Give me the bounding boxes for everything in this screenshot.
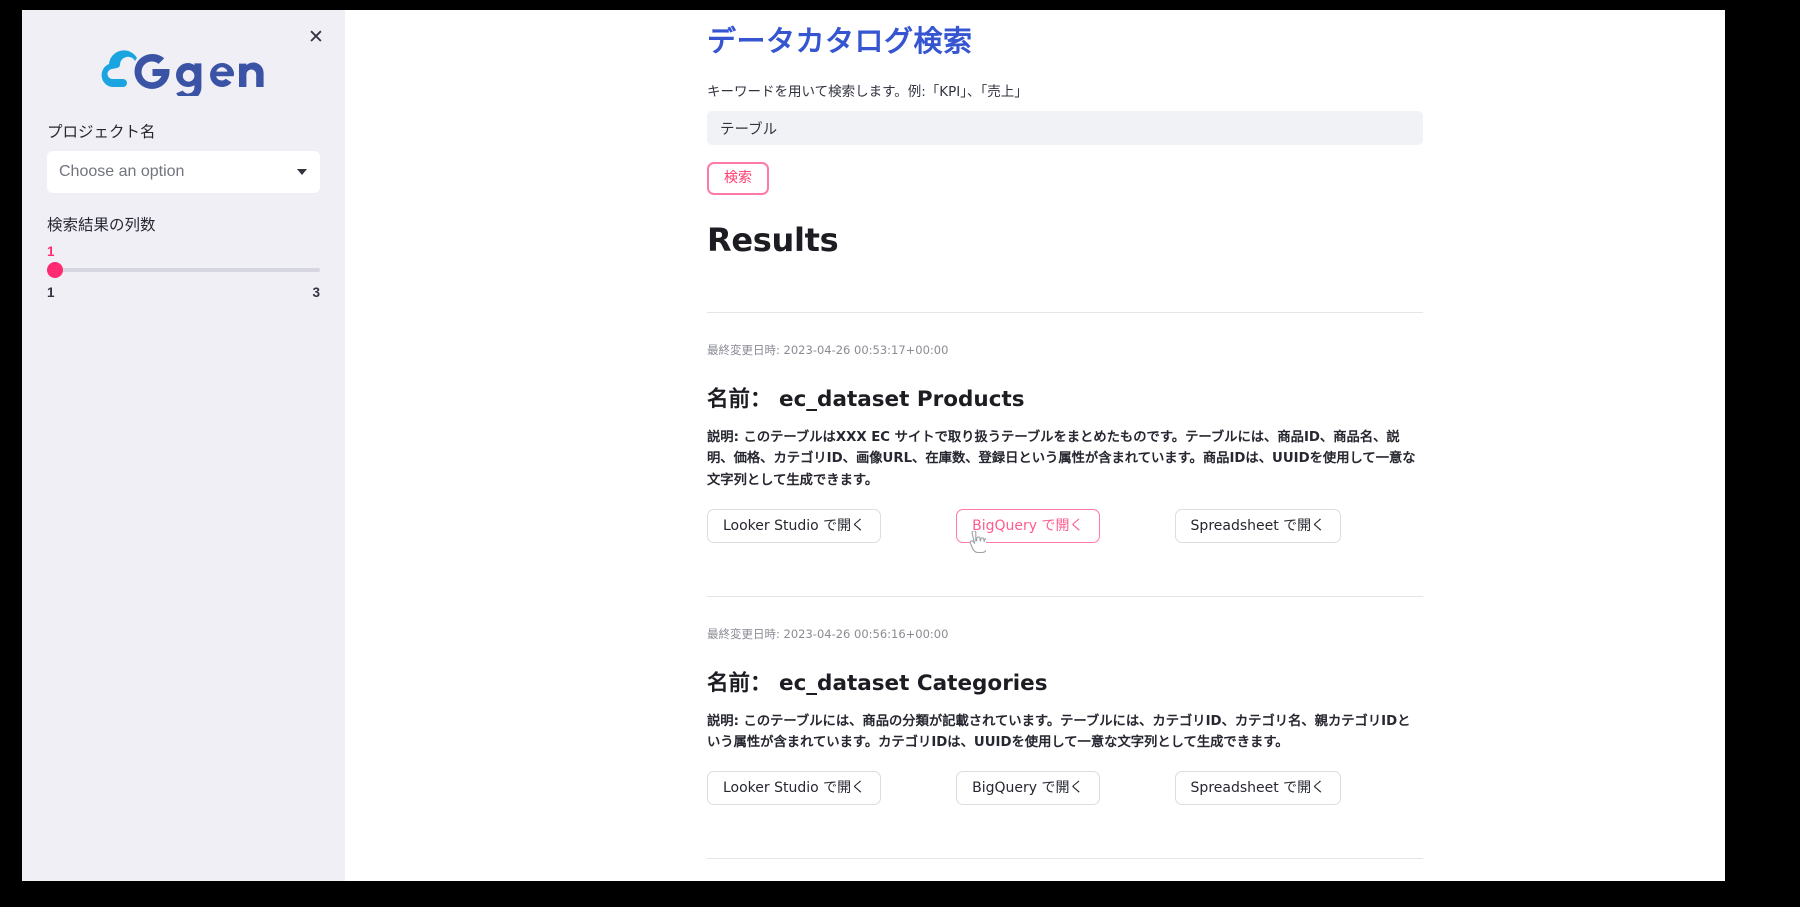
result-last-modified: 最終変更日時: 2023-04-26 00:56:16+00:00 — [707, 626, 949, 641]
open-in-spreadsheet-button[interactable]: Spreadsheet で開く — [1174, 508, 1342, 543]
search-input[interactable] — [707, 111, 1423, 146]
result-action-row: Looker Studio で開く BigQuery で開く Spreadshe… — [707, 770, 1423, 805]
slider-min-label: 1 — [47, 285, 55, 301]
project-name-value: Choose an option — [59, 163, 185, 181]
slider-max-label: 3 — [312, 285, 320, 301]
slider-track[interactable] — [47, 268, 320, 273]
open-in-looker-studio-button[interactable]: Looker Studio で開く — [707, 770, 882, 805]
sidebar: ✕ プロジェクト名 Choose an option 検索結果の列数 1 1 3 — [22, 10, 345, 881]
result-divider — [707, 857, 1423, 859]
open-in-bigquery-button[interactable]: BigQuery で開く — [956, 508, 1100, 543]
result-item: 最終変更日時: 2023-04-26 00:53:17+00:00 名前： ec… — [707, 342, 1423, 543]
project-name-label: プロジェクト名 — [47, 123, 156, 141]
open-in-looker-studio-button[interactable]: Looker Studio で開く — [707, 508, 882, 543]
result-title: 名前： ec_dataset Categories — [707, 670, 1048, 696]
slider-range-labels: 1 3 — [47, 285, 320, 300]
result-description: 説明: このテーブルには、商品の分類が記載されています。テーブルには、カテゴリI… — [707, 713, 1411, 751]
open-in-spreadsheet-button[interactable]: Spreadsheet で開く — [1174, 770, 1342, 805]
ggen-logo-icon — [101, 50, 264, 96]
main-content: データカタログ検索 キーワードを用いて検索します。例:「KPI」、「売上」 検索… — [345, 10, 1725, 881]
result-columns-slider[interactable]: 1 1 3 — [47, 244, 320, 300]
result-divider — [707, 595, 1423, 597]
result-last-modified: 最終変更日時: 2023-04-26 00:53:17+00:00 — [707, 342, 949, 357]
slider-track-wrap[interactable] — [47, 261, 320, 279]
result-action-row: Looker Studio で開く BigQuery で開く Spreadshe… — [707, 508, 1423, 543]
search-button[interactable]: 検索 — [707, 162, 769, 195]
search-hint-text: キーワードを用いて検索します。例:「KPI」、「売上」 — [707, 84, 1028, 101]
chevron-down-icon — [297, 169, 307, 176]
result-divider — [707, 311, 1423, 313]
result-columns-label: 検索結果の列数 — [47, 216, 156, 235]
project-name-select[interactable]: Choose an option — [47, 151, 320, 194]
close-icon[interactable]: ✕ — [303, 24, 329, 50]
result-description: 説明: このテーブルはXXX EC サイトで取り扱うテーブルをまとめたものです。… — [707, 429, 1416, 488]
result-item: 最終変更日時: 2023-04-26 00:56:16+00:00 名前： ec… — [707, 626, 1423, 805]
app-window: ✕ プロジェクト名 Choose an option 検索結果の列数 1 1 3… — [22, 10, 1725, 881]
app-logo — [47, 10, 320, 122]
slider-current-value: 1 — [47, 244, 55, 260]
results-heading: Results — [707, 220, 839, 259]
page-title: データカタログ検索 — [707, 24, 973, 58]
slider-thumb[interactable] — [47, 262, 63, 279]
result-title: 名前： ec_dataset Products — [707, 386, 1025, 412]
open-in-bigquery-button[interactable]: BigQuery で開く — [956, 770, 1100, 805]
